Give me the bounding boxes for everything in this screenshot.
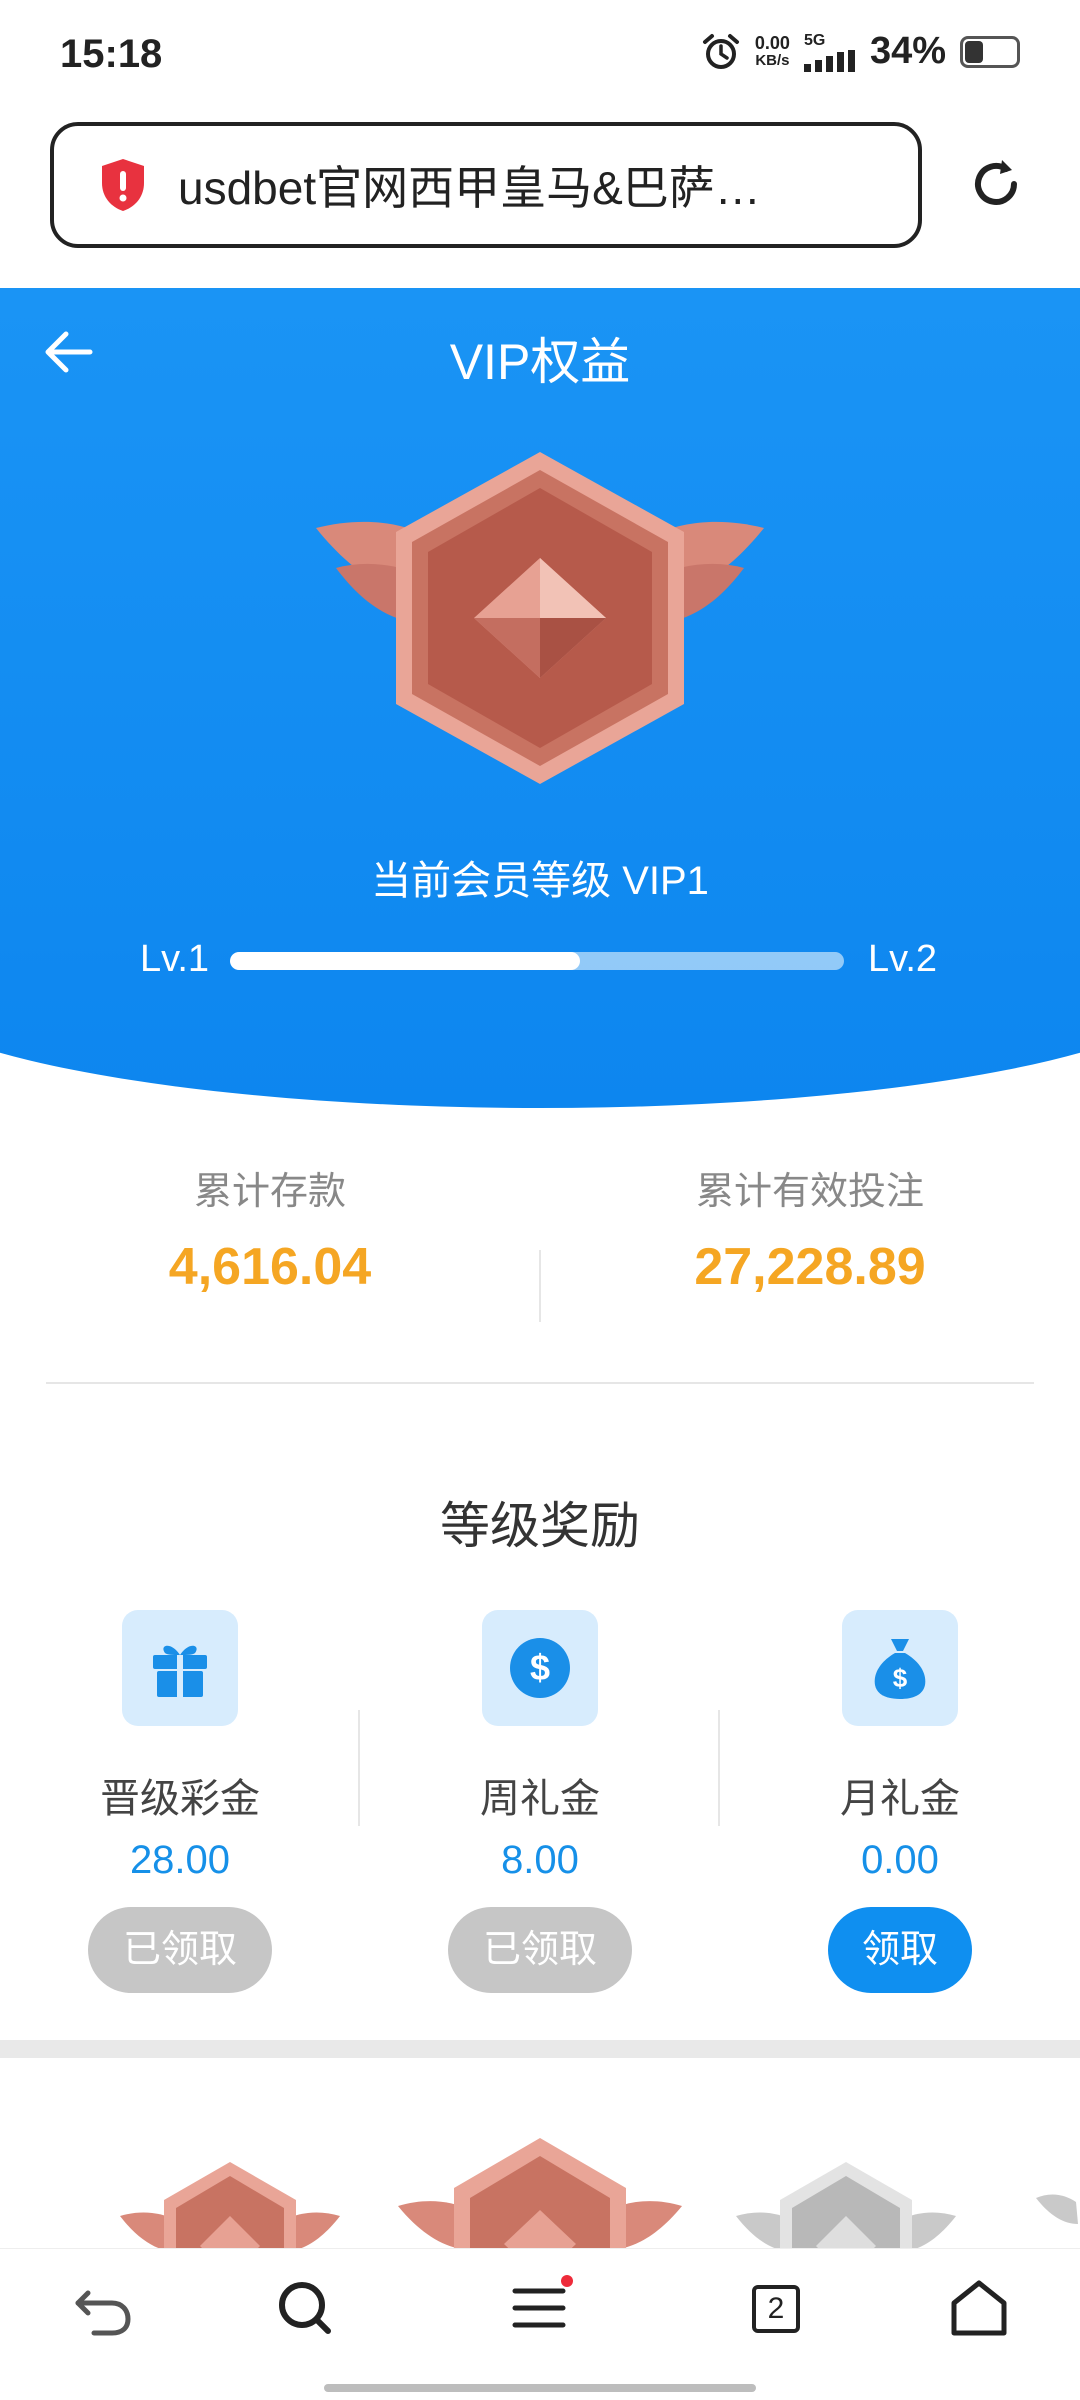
search-icon[interactable] xyxy=(270,2273,340,2343)
signal-icon xyxy=(803,49,855,72)
level-progress-bar xyxy=(230,952,844,970)
dollar-coin-icon: $ xyxy=(510,1638,570,1698)
claim-button[interactable]: 领取 xyxy=(828,1907,972,1993)
level-from-label: Lv.1 xyxy=(140,938,210,980)
reward-icon-box xyxy=(122,1610,238,1726)
vip1-medal-icon[interactable] xyxy=(120,2156,340,2248)
section-separator xyxy=(0,2040,1080,2058)
total-bet-label: 累计有效投注 xyxy=(695,1171,924,1213)
battery-fill xyxy=(965,40,983,63)
reward-label: 晋级彩金 xyxy=(100,1777,260,1821)
alarm-icon xyxy=(702,33,739,69)
network-type: 5G xyxy=(803,31,826,49)
browser-bottom-nav: 2 xyxy=(0,2248,1080,2400)
battery-percent: 34% xyxy=(869,30,946,72)
totals-section: 累计存款 4,616.04 累计有效投注 27,228.89 xyxy=(0,1160,1080,1330)
vip3-medal-icon[interactable] xyxy=(736,2156,956,2248)
url-bar[interactable]: usdbet官网西甲皇马&巴萨… xyxy=(50,122,922,248)
current-level-text: 当前会员等级 VIP1 xyxy=(371,859,709,903)
total-bet: 累计有效投注 27,228.89 xyxy=(540,1160,1080,1297)
reward-icon-box: $ xyxy=(842,1610,958,1726)
reward-label: 周礼金 xyxy=(480,1777,600,1821)
battery-icon xyxy=(960,35,1020,68)
total-deposit: 累计存款 4,616.04 xyxy=(0,1160,540,1297)
network-speed-unit: KB/s xyxy=(755,51,790,69)
network-signal: 5G xyxy=(803,31,856,72)
level-progress-fill xyxy=(230,952,580,970)
reward-item-promotion: 晋级彩金 28.00 已领取 xyxy=(0,1610,360,1993)
claimed-button[interactable]: 已领取 xyxy=(448,1907,632,1993)
status-bar: 15:18 0.00 KB/s 5G 34% xyxy=(0,0,1080,110)
network-speed: 0.00 KB/s xyxy=(755,34,790,70)
svg-text:$: $ xyxy=(893,1663,908,1693)
tab-count: 2 xyxy=(752,2285,800,2333)
back-icon[interactable] xyxy=(68,2273,138,2343)
vip-hero: VIP权益 当前会员等级 VIP1 Lv.1 Lv.2 xyxy=(0,288,1080,1108)
home-icon[interactable] xyxy=(944,2273,1014,2343)
network-speed-value: 0.00 xyxy=(754,32,790,53)
gift-icon xyxy=(153,1645,207,1697)
vip-medal-icon xyxy=(316,452,764,784)
home-indicator[interactable] xyxy=(324,2384,756,2392)
tabs-icon[interactable]: 2 xyxy=(740,2273,810,2343)
menu-icon[interactable] xyxy=(505,2273,575,2343)
reward-value: 0.00 xyxy=(861,1838,939,1882)
rewards-list: 晋级彩金 28.00 已领取 $ 周礼金 8.00 已领取 $ 月礼金 0.00… xyxy=(0,1610,1080,1993)
vip2-medal-icon[interactable] xyxy=(398,2134,682,2248)
total-deposit-label: 累计存款 xyxy=(193,1171,346,1213)
reward-value: 8.00 xyxy=(501,1838,579,1882)
section-divider xyxy=(46,1382,1034,1384)
rewards-title: 等级奖励 xyxy=(440,1498,640,1554)
total-deposit-value: 4,616.04 xyxy=(168,1238,372,1296)
reward-icon-box: $ xyxy=(482,1610,598,1726)
reward-item-weekly: $ 周礼金 8.00 已领取 xyxy=(360,1610,720,1993)
svg-text:$: $ xyxy=(530,1647,550,1688)
browser-toolbar: usdbet官网西甲皇马&巴萨… xyxy=(0,110,1080,288)
shield-warning-icon[interactable] xyxy=(98,157,148,213)
reload-icon[interactable] xyxy=(968,156,1024,212)
vip4-medal-icon[interactable] xyxy=(1036,2174,1080,2248)
money-bag-icon: $ xyxy=(874,1639,926,1699)
status-indicators: 0.00 KB/s 5G 34% xyxy=(701,30,1020,73)
page-title: VIP权益 xyxy=(449,334,631,390)
reward-label: 月礼金 xyxy=(840,1777,960,1821)
level-to-label: Lv.2 xyxy=(868,938,938,980)
total-bet-value: 27,228.89 xyxy=(694,1238,926,1296)
reward-item-monthly: $ 月礼金 0.00 领取 xyxy=(720,1610,1080,1993)
vip-level-carousel[interactable] xyxy=(0,2058,1080,2248)
status-time: 15:18 xyxy=(60,32,163,76)
claimed-button[interactable]: 已领取 xyxy=(88,1907,272,1993)
reward-value: 28.00 xyxy=(129,1838,231,1882)
url-text[interactable]: usdbet官网西甲皇马&巴萨… xyxy=(178,152,761,218)
